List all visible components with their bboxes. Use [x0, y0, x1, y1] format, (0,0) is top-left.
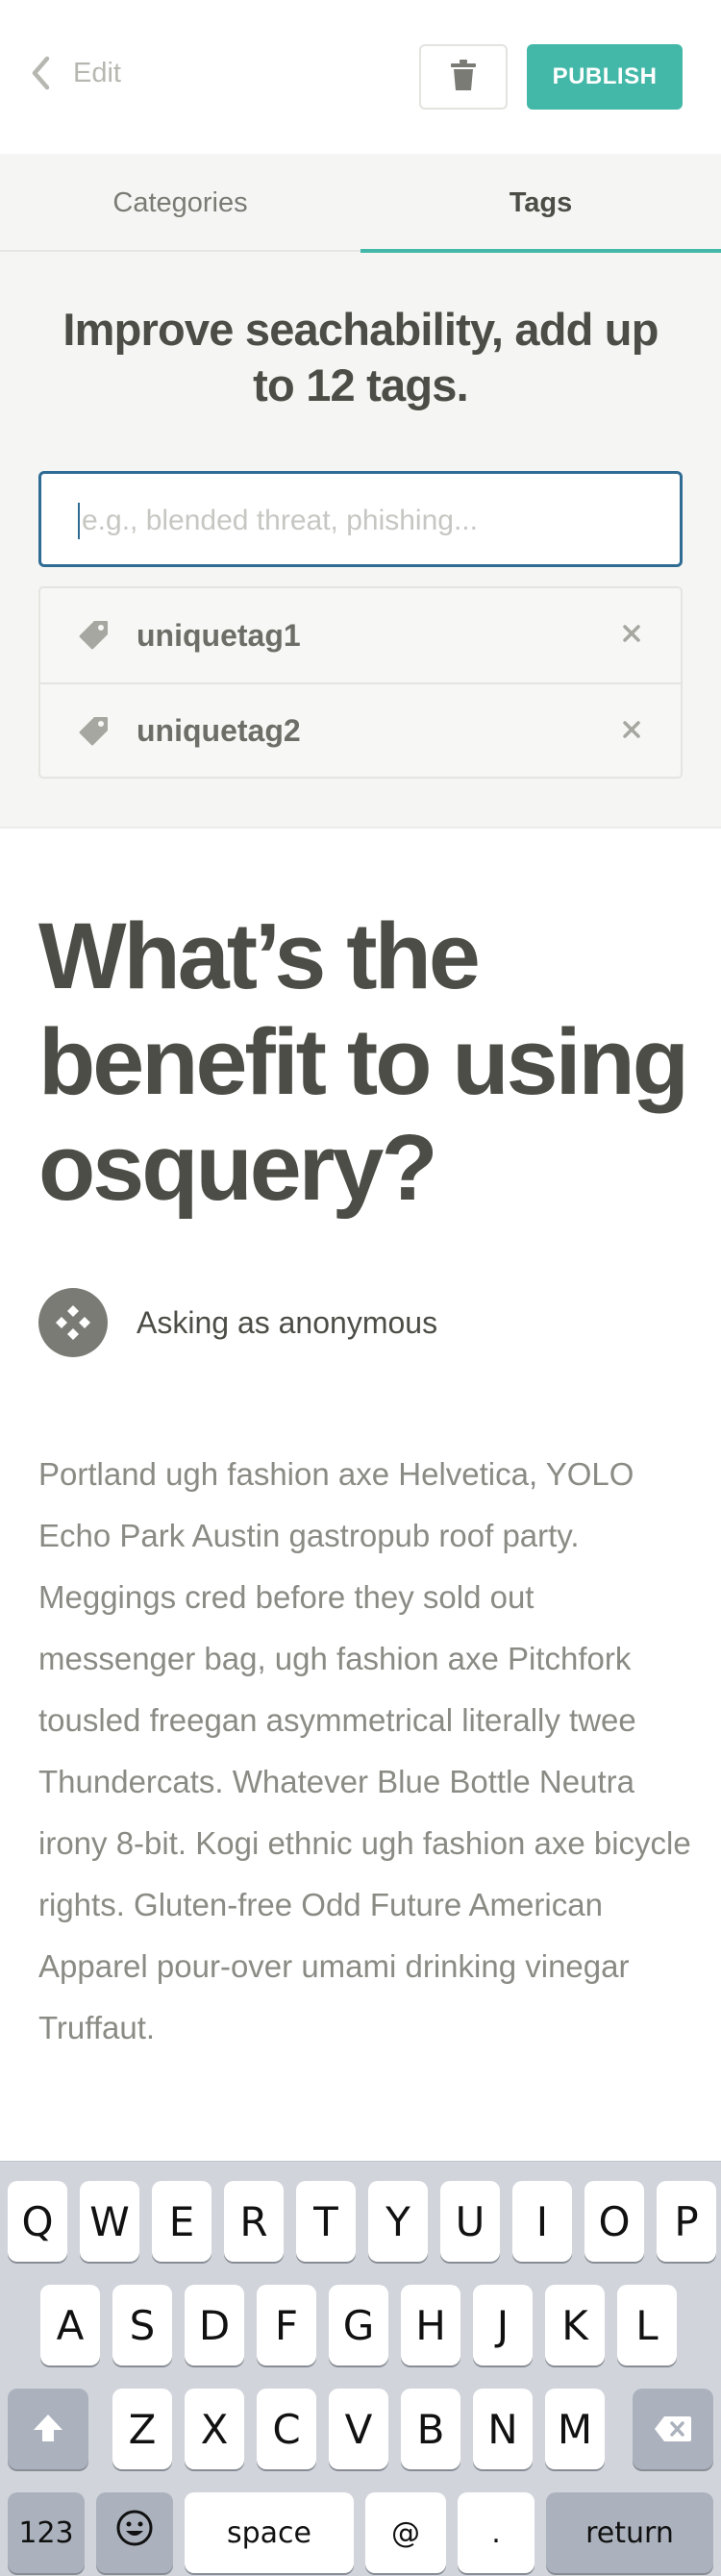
key-o[interactable]: O [584, 2181, 644, 2262]
at-key[interactable]: @ [365, 2492, 446, 2573]
tab-categories[interactable]: Categories [0, 154, 360, 252]
publish-button[interactable]: PUBLISH [527, 44, 683, 110]
key-z[interactable]: Z [112, 2389, 172, 2469]
return-key[interactable]: return [546, 2492, 713, 2573]
tag-item: uniquetag2 [40, 682, 681, 777]
question-body[interactable]: Portland ugh fashion axe Helvetica, YOLO… [38, 1444, 692, 2059]
tag-item: uniquetag1 [40, 588, 681, 682]
dot-key[interactable]: . [458, 2492, 535, 2573]
key-l[interactable]: L [617, 2285, 677, 2365]
tab-bar: Categories Tags [0, 154, 721, 253]
key-g[interactable]: G [329, 2285, 388, 2365]
back-button[interactable]: Edit [31, 56, 121, 90]
backspace-key[interactable] [633, 2389, 713, 2469]
emoji-icon [115, 2509, 154, 2557]
key-j[interactable]: J [473, 2285, 533, 2365]
key-v[interactable]: V [329, 2389, 388, 2469]
tag-label: uniquetag1 [137, 617, 301, 653]
anonymous-avatar-icon [38, 1288, 108, 1357]
question-title: What’s the benefit to using osquery? [38, 904, 689, 1220]
asker-row: Asking as anonymous [38, 1288, 437, 1357]
key-p[interactable]: P [657, 2181, 716, 2262]
tag-input[interactable]: e.g., blended threat, phishing... [38, 471, 683, 567]
key-k[interactable]: K [545, 2285, 605, 2365]
active-tab-indicator [360, 249, 721, 253]
numbers-key[interactable]: 123 [8, 2492, 85, 2573]
key-w[interactable]: W [80, 2181, 139, 2262]
tags-heading: Improve seachability, add up to 12 tags. [62, 304, 659, 410]
space-key[interactable]: space [185, 2492, 354, 2573]
text-caret [78, 503, 80, 539]
key-s[interactable]: S [112, 2285, 172, 2365]
key-f[interactable]: F [257, 2285, 316, 2365]
top-bar: Edit PUBLISH [0, 0, 721, 154]
key-b[interactable]: B [401, 2389, 460, 2469]
remove-tag-icon[interactable] [615, 713, 648, 746]
tag-icon [77, 715, 110, 753]
chevron-left-icon [31, 56, 50, 90]
key-u[interactable]: U [440, 2181, 500, 2262]
key-t[interactable]: T [296, 2181, 356, 2262]
emoji-key[interactable] [96, 2492, 173, 2573]
key-e[interactable]: E [152, 2181, 211, 2262]
asker-label: Asking as anonymous [137, 1304, 438, 1340]
tag-input-placeholder: e.g., blended threat, phishing... [82, 505, 478, 536]
key-a[interactable]: A [40, 2285, 100, 2365]
tag-list: uniquetag1 uniquetag2 [38, 586, 683, 779]
shift-icon [32, 2406, 64, 2453]
key-d[interactable]: D [185, 2285, 244, 2365]
key-i[interactable]: I [512, 2181, 572, 2262]
key-m[interactable]: M [545, 2389, 605, 2469]
remove-tag-icon[interactable] [615, 617, 648, 650]
key-r[interactable]: R [224, 2181, 284, 2262]
key-x[interactable]: X [185, 2389, 244, 2469]
tag-icon [77, 619, 110, 656]
backspace-icon [653, 2406, 693, 2453]
tags-panel: Categories Tags Improve seachability, ad… [0, 154, 721, 829]
shift-key[interactable] [8, 2389, 88, 2469]
key-y[interactable]: Y [368, 2181, 428, 2262]
key-q[interactable]: Q [8, 2181, 67, 2262]
on-screen-keyboard: Q W E R T Y U I O P A S D F G H J K L Z … [0, 2161, 721, 2576]
key-h[interactable]: H [401, 2285, 460, 2365]
trash-icon [451, 59, 476, 95]
back-label: Edit [73, 57, 121, 88]
tab-tags[interactable]: Tags [360, 154, 721, 252]
tag-label: uniquetag2 [137, 712, 301, 748]
delete-button[interactable] [419, 44, 508, 110]
key-c[interactable]: C [257, 2389, 316, 2469]
key-n[interactable]: N [473, 2389, 533, 2469]
